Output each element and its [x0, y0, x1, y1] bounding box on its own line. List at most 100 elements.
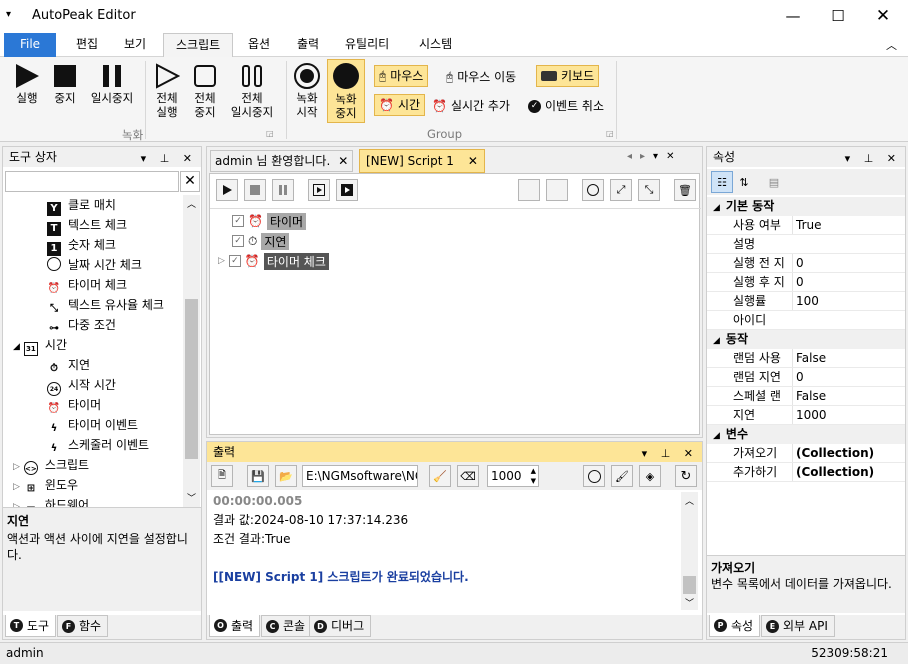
eraser-button[interactable]: ⌫ — [457, 465, 479, 487]
doc-tab-welcome[interactable]: admin 님 환영합니다. ✕ — [210, 150, 354, 172]
panel-header-controls[interactable]: ▾ ⊥ ✕ — [141, 149, 197, 169]
property-row[interactable]: 실행률 100 — [707, 292, 905, 311]
pause-button[interactable]: 일시중지 — [84, 61, 140, 119]
tab-edit[interactable]: 편집 — [64, 33, 110, 57]
property-row[interactable]: 실행 전 지0 — [707, 254, 905, 273]
tab-view[interactable]: 보기 — [112, 33, 158, 57]
tree-category-window[interactable]: ▷ ⊞ 윈도우 — [13, 475, 78, 495]
close-button[interactable]: ✕ — [860, 0, 906, 32]
dialog-launcher-icon[interactable]: ◲ — [266, 129, 274, 138]
tree-item[interactable]: 24 시작 시간 — [47, 375, 116, 396]
tree-item[interactable]: ⏰ 타이머 — [47, 395, 101, 415]
property-row[interactable]: 스페셜 랜 False — [707, 387, 905, 406]
pause-script-button[interactable] — [272, 179, 294, 201]
open-folder-button[interactable]: 📂 — [275, 465, 297, 487]
tab-file[interactable]: File — [4, 33, 56, 57]
property-row[interactable]: 랜덤 지연 0 — [707, 368, 905, 387]
stop-button[interactable]: 중지 — [48, 61, 82, 119]
toolbar-button-blank[interactable] — [518, 179, 540, 201]
output-scrollbar[interactable]: ︿ ﹀ — [681, 492, 698, 610]
panel-header-controls[interactable]: ▾ ⊥ ✕ — [642, 444, 698, 464]
run-all-button[interactable]: 전체 실행 — [150, 61, 184, 119]
tree-item[interactable]: Y 클로 매치 — [47, 195, 116, 216]
auto-clean-button[interactable]: 🧹 — [429, 465, 451, 487]
tab-console[interactable]: C 콘솔 — [261, 615, 313, 637]
script-node[interactable]: ✓ ⏰ 타이머 — [232, 212, 307, 230]
property-category[interactable]: ◢ 변수 — [707, 425, 905, 444]
refresh-button[interactable]: ↻ — [675, 465, 697, 487]
tab-options[interactable]: 옵션 — [236, 33, 282, 57]
scroll-thumb[interactable] — [683, 576, 696, 594]
property-category[interactable]: ◢ 기본 동작 — [707, 197, 905, 216]
save-button[interactable]: 💾 — [247, 465, 269, 487]
tree-item[interactable]: 1 숫자 체크 — [47, 235, 116, 256]
toolbox-search-input[interactable] — [5, 171, 179, 192]
property-row[interactable]: 랜덤 사용 False — [707, 349, 905, 368]
timestamp-button[interactable] — [583, 465, 605, 487]
tree-item[interactable]: ϟ 스케줄러 이벤트 — [47, 435, 149, 455]
tab-external-api[interactable]: E 외부 API — [761, 615, 835, 637]
dialog-launcher-icon[interactable]: ◲ — [606, 129, 614, 138]
tab-system[interactable]: 시스템 — [407, 33, 464, 57]
record-start-button[interactable]: 녹화 시작 — [290, 61, 324, 119]
doc-tab-script1[interactable]: [NEW] Script 1 ✕ — [359, 149, 485, 173]
record-stop-button[interactable]: 녹화 중지 — [327, 59, 365, 123]
tree-item[interactable]: ⊶ 다중 조건 — [47, 315, 116, 335]
event-cancel-toggle[interactable]: ✓ 이벤트 취소 — [528, 95, 604, 117]
panel-header-controls[interactable]: ▾ ⊥ ✕ — [845, 149, 901, 169]
max-lines-stepper[interactable]: 1000 ▲ ▼ — [487, 465, 539, 487]
mouse-record-toggle[interactable]: 🖰 마우스 — [374, 65, 429, 87]
property-row[interactable]: 지연 1000 — [707, 406, 905, 425]
keyboard-record-toggle[interactable]: 키보드 — [536, 65, 600, 87]
script-node[interactable]: ▷ ✓ ⏰ 타이머 체크 — [218, 252, 329, 270]
clear-output-button[interactable]: 🗎 — [211, 465, 233, 487]
doc-tab-controls[interactable]: ◂▸▾✕ — [627, 151, 682, 162]
property-category[interactable]: ◢ 동작 — [707, 330, 905, 349]
step-button[interactable] — [308, 179, 330, 201]
property-pages-button[interactable]: ▤ — [763, 171, 785, 193]
tab-tools[interactable]: T 도구 — [5, 615, 57, 637]
search-clear-icon[interactable]: ✕ — [180, 171, 200, 192]
tree-item[interactable]: ⤡ 텍스트 유사율 체크 — [47, 295, 164, 315]
property-row[interactable]: 아이디 — [707, 311, 905, 330]
alphabetical-view-button[interactable]: ⇅ — [733, 171, 755, 193]
tree-item[interactable]: 날짜 시간 체크 — [47, 255, 142, 275]
stop-script-button[interactable] — [244, 179, 266, 201]
tab-output-view[interactable]: O 출력 — [209, 615, 261, 637]
pause-all-button[interactable]: 전체 일시중지 — [224, 61, 280, 119]
tab-script[interactable]: 스크립트 — [163, 33, 234, 58]
quick-access-menu-icon[interactable]: ▾ — [6, 9, 11, 20]
property-row[interactable]: 가져오기 (Collection) — [707, 444, 905, 463]
scroll-thumb[interactable] — [185, 299, 198, 459]
pen-color-button[interactable]: 🖌 — [611, 465, 633, 487]
collapse-ribbon-icon[interactable]: ︿ — [886, 37, 897, 53]
timer-view-button[interactable] — [582, 179, 604, 201]
property-row[interactable]: 사용 여부 True — [707, 216, 905, 235]
tree-category-time[interactable]: ◢ 31 시간 — [13, 335, 67, 356]
property-row[interactable]: 실행 후 지0 — [707, 273, 905, 292]
expand-all-button[interactable]: ⤢ — [610, 179, 632, 201]
tab-debug[interactable]: D 디버그 — [309, 615, 372, 637]
stop-all-button[interactable]: 전체 중지 — [188, 61, 222, 119]
toolbar-button-blank[interactable] — [546, 179, 568, 201]
run-to-button[interactable] — [336, 179, 358, 201]
tree-item[interactable]: T 텍스트 체크 — [47, 215, 127, 236]
tab-output[interactable]: 출력 — [285, 33, 331, 57]
tree-category-hardware[interactable]: ▷▭하드웨어 — [13, 495, 89, 507]
property-row[interactable]: 추가하기 (Collection) — [707, 463, 905, 482]
run-button[interactable]: 실행 — [8, 61, 46, 119]
minimize-button[interactable]: — — [770, 0, 816, 32]
tab-properties[interactable]: P 속성 — [709, 615, 761, 637]
maximize-button[interactable]: ☐ — [815, 0, 861, 32]
realtime-add-toggle[interactable]: ⏰ 실시간 추가 — [432, 95, 510, 117]
tree-item[interactable]: ϟ 타이머 이벤트 — [47, 415, 138, 435]
mouse-move-toggle[interactable]: 🖰 마우스 이동 — [446, 66, 516, 88]
time-record-toggle[interactable]: ⏰ 시간 — [374, 94, 426, 116]
collapse-all-button[interactable]: ⤡ — [638, 179, 660, 201]
run-script-button[interactable] — [216, 179, 238, 201]
property-row[interactable]: 설명 — [707, 235, 905, 254]
toolbox-scrollbar[interactable]: ︿ ﹀ — [183, 195, 200, 507]
output-path-input[interactable]: E:\NGMsoftware\NG — [302, 465, 418, 487]
tree-category-script[interactable]: ▷ <> 스크립트 — [13, 455, 89, 475]
tab-functions[interactable]: F 함수 — [57, 615, 109, 637]
